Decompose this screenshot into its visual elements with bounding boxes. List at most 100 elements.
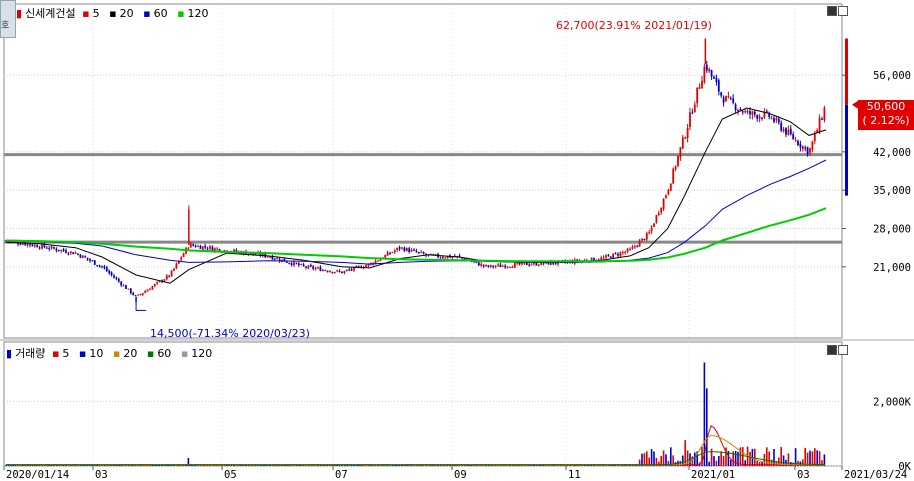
ma120-legend: ▪ 120 <box>177 7 209 20</box>
volume-bar <box>389 465 391 466</box>
candle-body <box>761 117 763 119</box>
volume-minimize-button[interactable] <box>827 345 837 355</box>
candle-body <box>81 255 84 259</box>
candle-body <box>679 147 682 158</box>
candle-body <box>801 146 804 149</box>
volume-bar <box>175 465 178 466</box>
candle-body <box>213 248 216 251</box>
candle-body <box>749 111 751 115</box>
candle-body <box>295 262 298 264</box>
candle-body <box>605 255 607 258</box>
volume-bar <box>314 465 317 466</box>
volume-bar <box>756 460 758 466</box>
candle-body <box>441 257 444 259</box>
candle-body <box>789 128 792 135</box>
volume-bar <box>218 465 221 466</box>
candle-body <box>499 264 502 267</box>
volume-bar <box>449 465 451 466</box>
candle-body <box>276 258 279 260</box>
volume-bar <box>619 465 622 466</box>
candle-body <box>139 294 142 296</box>
candle-body <box>36 245 39 248</box>
price-minimize-button[interactable] <box>827 6 837 16</box>
volume-bar <box>89 465 91 466</box>
candle-body <box>674 166 677 169</box>
candle-body <box>643 238 646 240</box>
candle-body <box>621 252 624 254</box>
vol-ma5-legend: ▪ 5 <box>51 347 70 360</box>
volume-bar <box>67 465 70 466</box>
candle-body <box>84 256 87 258</box>
candle-body <box>511 266 514 268</box>
candle-body <box>705 64 708 71</box>
ma60-legend: ▪ 60 <box>143 7 168 20</box>
volume-bar <box>235 465 238 466</box>
volume-bar <box>173 465 175 466</box>
volume-bar <box>382 465 384 466</box>
candle-body <box>489 264 492 267</box>
candle-body <box>806 147 809 155</box>
candle-body <box>684 137 687 139</box>
candle-body <box>609 256 612 258</box>
candle-body <box>317 267 319 269</box>
candle-body <box>38 247 41 249</box>
volume-bar <box>305 465 307 466</box>
candle-body <box>398 246 401 249</box>
candle-body <box>403 247 406 252</box>
volume-bar <box>247 465 250 466</box>
volume-bar <box>199 465 202 466</box>
price-maximize-button[interactable] <box>838 6 848 16</box>
volume-bar <box>478 465 480 466</box>
volume-bar <box>264 465 266 466</box>
candle-body <box>141 293 144 295</box>
candle-body <box>804 147 807 149</box>
price-panel-frame <box>3 3 843 339</box>
volume-bar <box>718 456 720 466</box>
volume-maximize-button[interactable] <box>838 345 848 355</box>
volume-bar <box>434 465 437 466</box>
volume-bar <box>650 449 653 466</box>
candle-body <box>117 279 120 282</box>
volume-bar <box>437 465 439 466</box>
x-tick-label: 07 <box>335 469 348 481</box>
volume-bar <box>230 465 233 466</box>
volume-bar <box>809 450 811 466</box>
candle-body <box>168 275 171 277</box>
high-annotation: 62,700(23.91% 2021/01/19) <box>556 19 712 32</box>
chart-window: 56,000 42,000 35,000 28,000 21,000 2,000K 0K 20… <box>0 0 914 481</box>
volume-bar <box>223 465 226 466</box>
volume-bar <box>734 450 737 466</box>
volume-bar <box>163 465 166 466</box>
candle-body <box>477 262 480 266</box>
candle-body <box>633 246 636 248</box>
candle-body <box>741 111 744 113</box>
candle-body <box>197 245 199 247</box>
volume-bar <box>192 465 194 466</box>
candle-body <box>377 260 379 262</box>
volume-bar <box>701 446 703 466</box>
candle-body <box>626 248 629 252</box>
candle-body <box>734 104 737 111</box>
candle-body <box>96 265 99 267</box>
volume-bar <box>730 459 732 466</box>
candle-body <box>669 183 672 191</box>
candle-body <box>792 134 795 140</box>
volume-bar <box>113 465 115 466</box>
volume-bar <box>706 388 708 466</box>
volume-bar <box>348 465 350 466</box>
volume-bar <box>708 461 710 466</box>
x-tick-label: 2020/01/14 <box>6 469 69 481</box>
volume-bar <box>658 461 660 466</box>
candle-body <box>137 294 139 296</box>
candle-body <box>19 244 22 246</box>
volume-bar <box>790 462 792 466</box>
candle-body <box>33 244 36 247</box>
candle-body <box>487 265 490 267</box>
candle-body <box>530 264 533 266</box>
candle-body <box>420 251 423 253</box>
candle-body <box>204 246 207 248</box>
candle-body <box>794 139 797 141</box>
volume-bar <box>722 456 725 466</box>
candle-body <box>329 271 331 273</box>
volume-bar <box>641 453 643 466</box>
